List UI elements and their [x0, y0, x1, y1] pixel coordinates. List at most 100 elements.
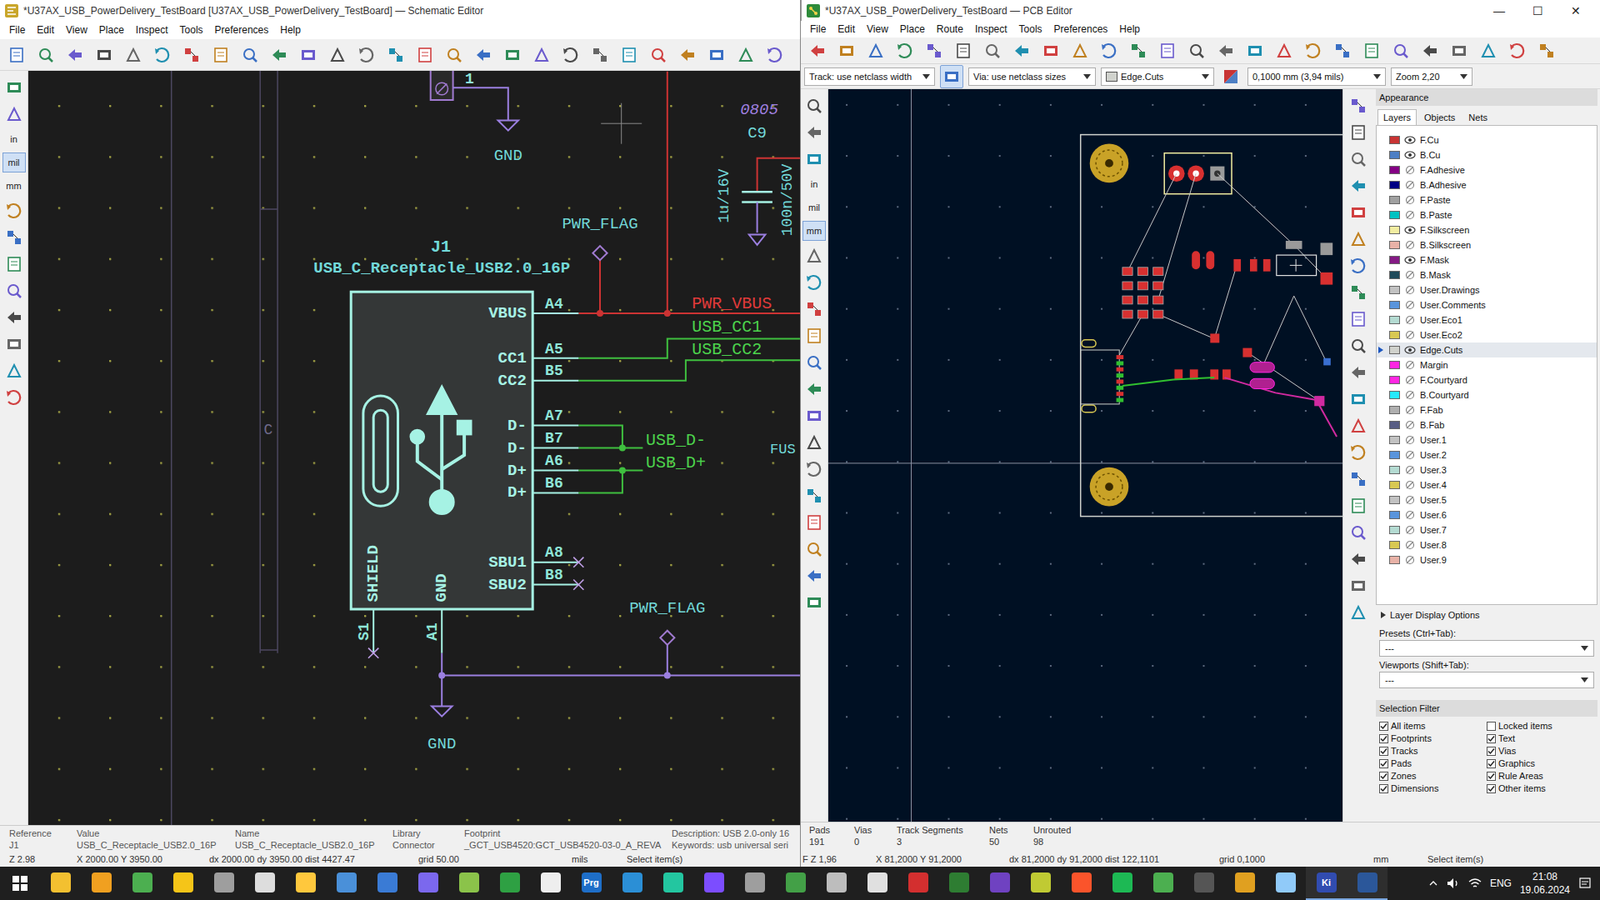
- power-symbol[interactable]: PWR_FLAG: [561, 215, 638, 260]
- layer-row[interactable]: User.8: [1376, 537, 1597, 553]
- toolbar-button[interactable]: [1272, 39, 1296, 63]
- tool-icon[interactable]: [5, 361, 24, 380]
- tool-icon[interactable]: [707, 45, 726, 65]
- tab[interactable]: Objects: [1418, 109, 1461, 125]
- tool-icon[interactable]: [805, 566, 824, 585]
- pin[interactable]: VBUSA4: [488, 295, 579, 323]
- pin[interactable]: SBU1A8: [488, 544, 584, 571]
- eye-hidden-icon[interactable]: [1404, 360, 1416, 370]
- checkbox[interactable]: [1486, 759, 1496, 769]
- toolbar-button[interactable]: [1346, 387, 1370, 411]
- toolbar-button[interactable]: [1219, 65, 1243, 89]
- toolbar-button[interactable]: [802, 147, 826, 171]
- taskbar-app[interactable]: [611, 866, 653, 900]
- tool-icon[interactable]: [1349, 443, 1368, 462]
- toolbar-button[interactable]: [893, 39, 917, 63]
- eye-hidden-icon[interactable]: [1404, 555, 1416, 565]
- tool-icon[interactable]: [153, 45, 172, 65]
- tool-icon[interactable]: [1349, 230, 1368, 249]
- toolbar-button[interactable]: [1505, 39, 1530, 63]
- taskbar-app[interactable]: [734, 866, 775, 900]
- tool-icon[interactable]: [5, 388, 24, 407]
- toolbar-button[interactable]: [802, 350, 826, 375]
- unit-button[interactable]: mm: [802, 220, 826, 241]
- pin[interactable]: SBU2B8: [488, 566, 584, 594]
- toolbar-button[interactable]: [763, 43, 787, 67]
- tool-icon[interactable]: [95, 45, 114, 65]
- tool-icon[interactable]: [5, 201, 24, 220]
- tool-icon[interactable]: [1537, 41, 1556, 60]
- eye-hidden-icon[interactable]: [1404, 390, 1416, 400]
- toolbar-button[interactable]: [2, 199, 26, 223]
- window-control-button[interactable]: ✕: [1556, 4, 1595, 18]
- notifications-icon[interactable]: [1578, 876, 1592, 890]
- menu-item[interactable]: Route: [930, 23, 970, 35]
- tool-icon[interactable]: [736, 45, 755, 65]
- tool-icon[interactable]: [805, 460, 824, 479]
- tool-icon[interactable]: [808, 41, 827, 60]
- taskbar-app[interactable]: [325, 866, 367, 900]
- taskbar-app[interactable]: [162, 866, 204, 900]
- pin[interactable]: D+A6: [507, 452, 579, 480]
- eye-hidden-icon[interactable]: [1404, 285, 1416, 295]
- toolbar-button[interactable]: [121, 43, 145, 67]
- tool-icon[interactable]: [1158, 41, 1177, 60]
- toolbar-button[interactable]: [802, 94, 826, 118]
- layer-row[interactable]: User.2: [1376, 447, 1597, 463]
- tool-icon[interactable]: [1349, 416, 1368, 435]
- taskbar-app[interactable]: [856, 866, 898, 900]
- layer-color-swatch[interactable]: [1389, 195, 1400, 205]
- eye-hidden-icon[interactable]: [1404, 375, 1416, 385]
- layer-color-swatch[interactable]: [1389, 180, 1400, 190]
- layer-row[interactable]: User.3: [1376, 462, 1597, 478]
- toolbar-button[interactable]: [1346, 440, 1370, 465]
- layer-row[interactable]: F.Paste: [1376, 192, 1597, 208]
- tab[interactable]: Nets: [1462, 109, 1494, 125]
- layer-row[interactable]: B.Mask: [1376, 267, 1597, 283]
- tool-icon[interactable]: [1100, 41, 1119, 60]
- tool-icon[interactable]: [182, 45, 201, 65]
- filter-checkbox[interactable]: All items: [1379, 720, 1487, 732]
- mounting-hole[interactable]: [1090, 467, 1130, 507]
- layer-color-swatch[interactable]: [1389, 345, 1400, 355]
- taskbar-app[interactable]: [80, 866, 122, 900]
- layer-row[interactable]: User.5: [1376, 492, 1597, 508]
- net-label[interactable]: USB_CC1: [691, 317, 762, 337]
- tool-icon[interactable]: [805, 273, 824, 292]
- toolbar-button[interactable]: [63, 43, 87, 67]
- toolbar-button[interactable]: [1301, 39, 1325, 63]
- pin[interactable]: CC1A5: [498, 340, 580, 368]
- layer-row[interactable]: F.Cu: [1376, 132, 1597, 148]
- layer-row[interactable]: User.Comments: [1376, 297, 1597, 313]
- input-language[interactable]: ENG: [1490, 877, 1512, 890]
- filter-checkbox[interactable]: Rule Areas: [1486, 770, 1595, 782]
- filter-checkbox[interactable]: Pads: [1379, 757, 1487, 770]
- checkbox[interactable]: [1379, 746, 1389, 756]
- mask-pads[interactable]: [1250, 358, 1331, 407]
- filter-checkbox[interactable]: Locked items: [1486, 720, 1595, 732]
- power-symbol[interactable]: GND: [494, 120, 523, 166]
- tool-icon[interactable]: [1245, 41, 1265, 60]
- toolbar-button[interactable]: [413, 43, 437, 67]
- viewports-select[interactable]: ---: [1379, 671, 1595, 689]
- toolbar-button[interactable]: [1360, 39, 1384, 63]
- pin[interactable]: GNDA1: [424, 573, 451, 653]
- pcb-canvas[interactable]: [828, 89, 1343, 822]
- tool-icon[interactable]: [445, 45, 464, 65]
- checkbox[interactable]: [1379, 721, 1389, 731]
- tool-icon[interactable]: [1041, 41, 1060, 60]
- toolbar-button[interactable]: [2, 332, 26, 356]
- tool-icon[interactable]: [805, 380, 824, 399]
- volume-icon[interactable]: [1446, 877, 1460, 890]
- toolbar-button[interactable]: [1185, 39, 1209, 63]
- layer-color-swatch[interactable]: [1389, 135, 1400, 145]
- tool-icon[interactable]: [620, 45, 639, 65]
- connector-footprint[interactable]: [1164, 153, 1232, 195]
- eye-hidden-icon[interactable]: [1404, 540, 1416, 550]
- tool-icon[interactable]: [211, 45, 230, 65]
- layer-color-swatch[interactable]: [1389, 375, 1400, 385]
- tool-icon[interactable]: [1479, 41, 1498, 60]
- taskbar-app[interactable]: [1346, 866, 1388, 900]
- toolbar-button[interactable]: [588, 43, 612, 67]
- tool-icon[interactable]: [1349, 470, 1368, 489]
